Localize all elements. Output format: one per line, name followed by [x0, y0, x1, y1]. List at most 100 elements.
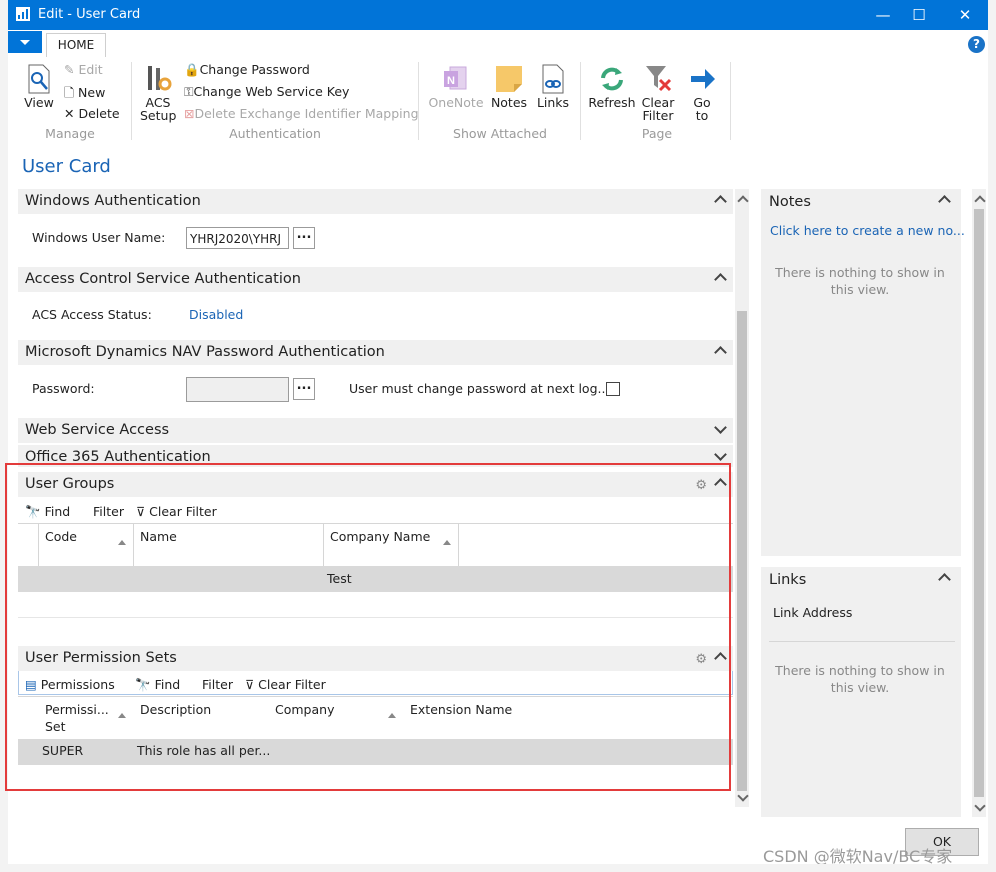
- ribbon-separator: [131, 62, 132, 140]
- go-to-arrow-icon: [691, 69, 715, 89]
- edit-pencil-icon: ✎: [64, 62, 75, 77]
- scroll-up-icon[interactable]: [737, 195, 749, 207]
- divider: [769, 641, 955, 642]
- expand-chevron-icon[interactable]: [714, 448, 727, 461]
- links-button[interactable]: Links: [536, 64, 570, 109]
- acs-access-status-label: ACS Access Status:: [32, 307, 152, 322]
- key-icon: ⚿: [184, 84, 194, 99]
- windows-user-name-field[interactable]: YHRJ2020\YHRJ: [186, 227, 289, 249]
- new-label: New: [78, 85, 106, 100]
- refresh-label: Refresh: [588, 95, 636, 110]
- help-icon[interactable]: ?: [968, 36, 985, 53]
- links-empty-text-1: There is nothing to show in: [775, 663, 945, 678]
- acs-setup-button[interactable]: ACS Setup: [140, 64, 176, 122]
- fasttab-windows-authentication[interactable]: Windows Authentication: [18, 189, 733, 214]
- change-password-label: Change Password: [199, 62, 310, 77]
- clear-filter-button[interactable]: Clear Filter: [640, 64, 676, 122]
- scroll-thumb[interactable]: [737, 311, 747, 791]
- links-empty-text-2: this view.: [830, 680, 890, 695]
- must-change-password-checkbox[interactable]: [606, 382, 620, 396]
- view-button[interactable]: View: [22, 64, 56, 109]
- main-scrollbar[interactable]: [735, 189, 749, 807]
- go-to-label-2: to: [695, 108, 709, 123]
- onenote-button[interactable]: N OneNote: [428, 64, 484, 109]
- scroll-up-icon[interactable]: [974, 195, 986, 207]
- scroll-down-icon[interactable]: [737, 790, 749, 802]
- acs-setup-tools-icon: [148, 66, 172, 91]
- edit-button[interactable]: ✎ Edit: [64, 62, 103, 77]
- maximize-button[interactable]: ☐: [896, 0, 942, 30]
- change-web-service-key-label: Change Web Service Key: [193, 84, 350, 99]
- background-window-right: [988, 0, 996, 872]
- delete-exchange-mapping-button[interactable]: ⊠Delete Exchange Identifier Mapping: [184, 106, 419, 121]
- new-button[interactable]: 🗋 New: [64, 84, 105, 105]
- fasttab-title: Access Control Service Authentication: [25, 271, 301, 287]
- scroll-down-icon[interactable]: [974, 800, 986, 812]
- links-document-icon: [542, 64, 564, 94]
- fasttab-nav-password-authentication[interactable]: Microsoft Dynamics NAV Password Authenti…: [18, 340, 733, 365]
- fasttab-title: Web Service Access: [25, 422, 170, 438]
- delete-exchange-label: Delete Exchange Identifier Mapping: [194, 106, 419, 121]
- window-bottom-border: [8, 864, 988, 872]
- collapse-chevron-icon[interactable]: [938, 573, 951, 586]
- fasttab-acs-authentication[interactable]: Access Control Service Authentication: [18, 267, 733, 292]
- title-bar: Edit - User Card — ☐ ✕: [8, 0, 988, 30]
- group-label-page: Page: [641, 126, 673, 141]
- ribbon-separator: [730, 62, 731, 140]
- fasttab-title: Microsoft Dynamics NAV Password Authenti…: [25, 344, 385, 360]
- notes-label: Notes: [490, 95, 528, 110]
- scroll-thumb[interactable]: [974, 209, 984, 797]
- password-label: Password:: [32, 381, 95, 396]
- clear-filter-label-2: Filter: [642, 108, 674, 123]
- collapse-chevron-icon[interactable]: [714, 273, 727, 286]
- links-title: Links: [769, 572, 807, 588]
- group-label-manage: Manage: [45, 126, 95, 141]
- notes-factbox: Notes Click here to create a new no... T…: [761, 189, 965, 556]
- ribbon-separator: [418, 62, 419, 140]
- collapse-chevron-icon[interactable]: [938, 195, 951, 208]
- acs-access-status-value[interactable]: Disabled: [189, 307, 243, 322]
- view-icon: [28, 64, 50, 94]
- fasttab-title: Windows Authentication: [25, 193, 201, 209]
- must-change-password-label: User must change password at next log...: [349, 381, 610, 396]
- lock-icon: 🔒: [184, 62, 200, 77]
- group-label-authentication: Authentication: [229, 126, 321, 141]
- application-menu-button[interactable]: [8, 31, 42, 53]
- links-factbox: Links Link Address There is nothing to s…: [761, 567, 961, 817]
- change-password-button[interactable]: 🔒Change Password: [184, 62, 310, 78]
- fasttab-web-service-access[interactable]: Web Service Access: [18, 418, 733, 443]
- factbox-scrollbar[interactable]: [972, 189, 986, 817]
- clear-filter-funnel-icon: [646, 66, 672, 92]
- password-lookup-button[interactable]: ...: [293, 378, 315, 400]
- edit-label: Edit: [78, 62, 103, 77]
- window-title: Edit - User Card: [38, 7, 141, 22]
- group-label-show-attached: Show Attached: [453, 126, 547, 141]
- page-title: User Card: [22, 156, 111, 177]
- collapse-chevron-icon[interactable]: [714, 346, 727, 359]
- column-header-link-address[interactable]: Link Address: [773, 605, 852, 620]
- delete-button[interactable]: ✕ Delete: [64, 106, 120, 121]
- onenote-icon: N: [444, 66, 467, 90]
- refresh-button[interactable]: Refresh: [588, 64, 636, 109]
- new-document-icon: 🗋: [64, 85, 75, 100]
- windows-user-name-label: Windows User Name:: [32, 230, 166, 245]
- notes-empty-text-2: this view.: [830, 282, 890, 297]
- windows-user-name-lookup-button[interactable]: ...: [293, 227, 315, 249]
- sticky-note-icon: [496, 66, 522, 92]
- view-label: View: [24, 95, 54, 110]
- notes-title: Notes: [769, 194, 811, 210]
- go-to-button[interactable]: Go to: [686, 64, 718, 122]
- dynamics-app-icon: [16, 7, 30, 21]
- ribbon-separator: [580, 62, 581, 140]
- create-note-link[interactable]: Click here to create a new no...: [770, 223, 965, 238]
- password-field[interactable]: [186, 377, 289, 402]
- highlight-annotation-box: [5, 463, 731, 791]
- tab-home[interactable]: HOME: [46, 33, 106, 59]
- delete-mapping-icon: ⊠: [184, 106, 195, 121]
- expand-chevron-icon[interactable]: [714, 421, 727, 434]
- collapse-chevron-icon[interactable]: [714, 195, 727, 208]
- close-button[interactable]: ✕: [942, 0, 988, 30]
- change-web-service-key-button[interactable]: ⚿Change Web Service Key: [184, 84, 349, 100]
- notes-empty-text-1: There is nothing to show in: [775, 265, 945, 280]
- notes-button[interactable]: Notes: [490, 64, 528, 109]
